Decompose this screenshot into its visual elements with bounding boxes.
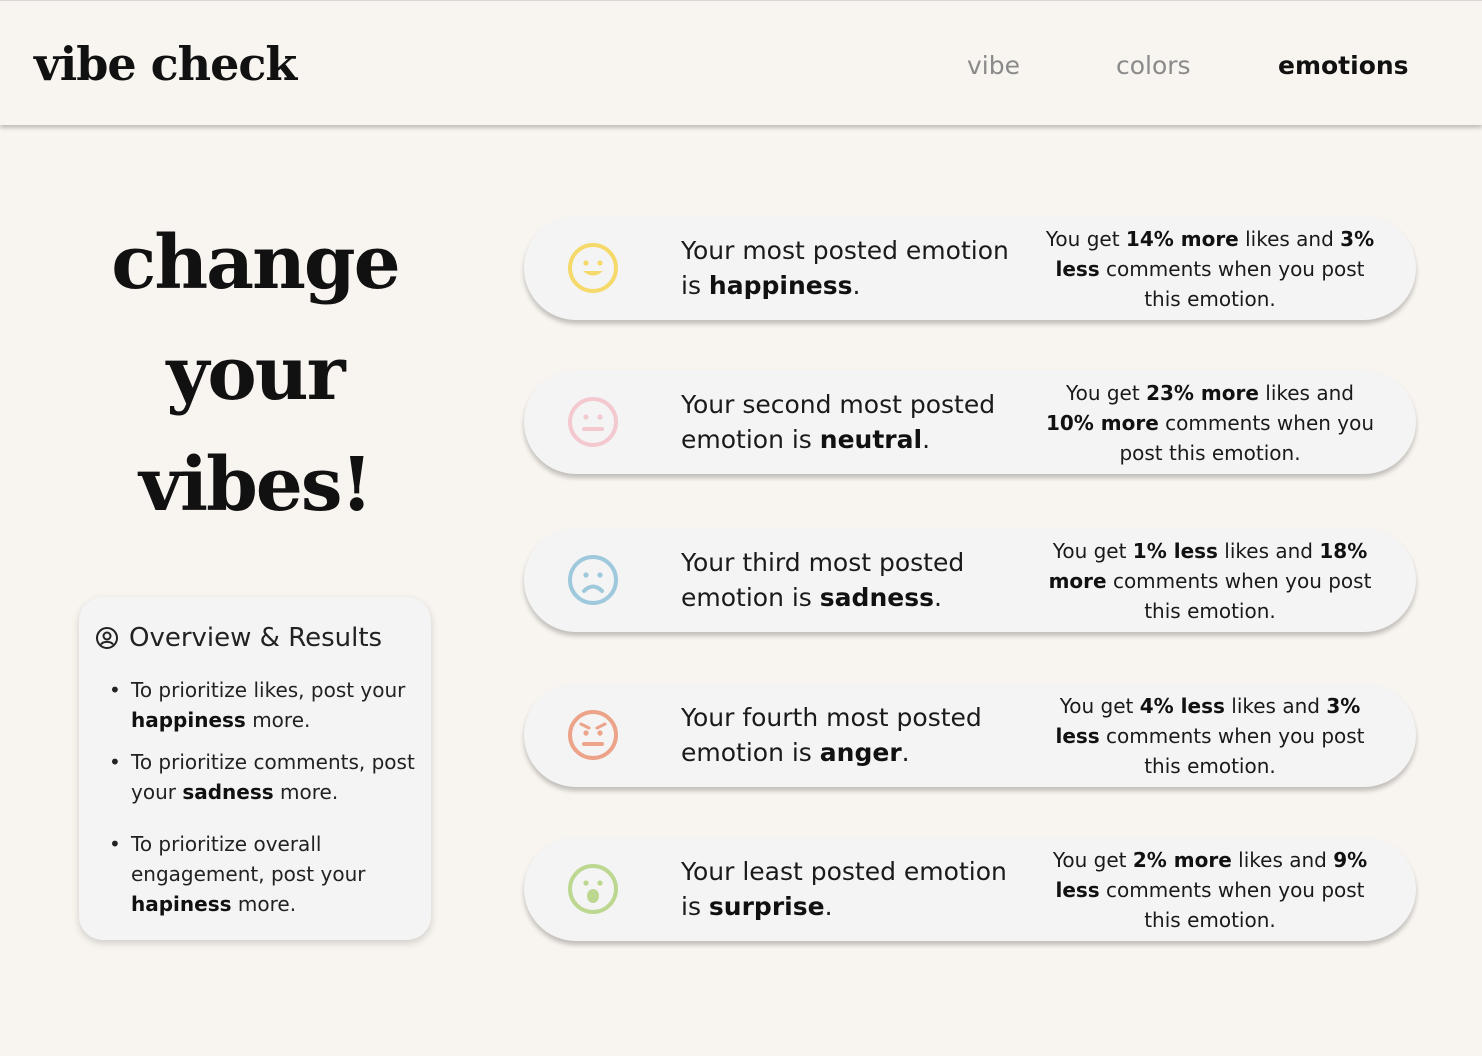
emotion-card-happiness: Your most posted emotion is happiness. Y… [524,216,1416,320]
likes-change: 4% less [1139,694,1225,718]
overview-item-text-end: more. [273,780,339,804]
emotion-card-neutral: Your second most posted emotion is neutr… [524,370,1416,474]
overview-item-text-end: more. [231,892,297,916]
stats-text: likes and [1238,227,1341,251]
stats-text: You get [1066,381,1147,405]
emotion-name: neutral [819,425,923,454]
overview-item-text-end: more. [245,708,311,732]
top-nav-bar: vibe check vibe colors emotions [0,0,1482,125]
happy-face-icon [568,243,618,293]
emotion-card-sadness: Your third most posted emotion is sadnes… [524,528,1416,632]
stats-text: comments when you post this emotion. [1106,569,1372,623]
emotion-stats: You get 4% less likes and 3% less commen… [1044,691,1376,781]
emotion-name: sadness [819,583,934,612]
stats-text: You get [1059,694,1140,718]
emotion-rank-end: . [933,583,942,612]
overview-item-emotion: hapiness [131,892,232,916]
emotion-name: happiness [708,271,853,300]
overview-results-panel: Overview & Results • To prioritize likes… [79,597,431,940]
emotion-card-anger: Your fourth most posted emotion is anger… [524,683,1416,787]
emotion-rank-end: . [922,425,931,454]
emotion-rank-end: . [824,892,833,921]
hero-heading: change your vibes! [80,208,430,541]
comments-change: 10% more [1045,411,1159,435]
overview-item: • To prioritize likes, post your happine… [109,675,419,735]
overview-header: Overview & Results [95,623,382,653]
neutral-face-icon [568,397,618,447]
emotion-stats: You get 14% more likes and 3% less comme… [1044,224,1376,314]
overview-item-emotion: sadness [182,780,274,804]
likes-change: 2% more [1132,848,1232,872]
emotion-name: surprise [708,892,825,921]
overview-item-emotion: happiness [131,708,246,732]
overview-item-text: To prioritize overall engagement, post y… [131,832,366,886]
emotion-name: anger [819,738,902,767]
emotion-card-surprise: Your least posted emotion is surprise. Y… [524,837,1416,941]
sad-face-icon [568,555,618,605]
app-logo[interactable]: vibe check [34,37,297,91]
emotion-rank-text: Your third most posted emotion is sadnes… [681,545,1021,615]
bullet-dot: • [109,750,121,774]
stats-text: You get [1052,539,1133,563]
user-circle-icon [96,627,118,649]
stats-text: comments when you post this emotion. [1099,878,1365,932]
stats-text: likes and [1231,848,1334,872]
likes-change: 23% more [1146,381,1259,405]
nav-vibe[interactable]: vibe [967,51,1020,80]
overview-item: • To prioritize comments, post your sadn… [109,747,419,807]
bullet-dot: • [109,678,121,702]
angry-face-icon [568,710,618,760]
stats-text: comments when you post this emotion. [1099,257,1365,311]
stats-text: You get [1045,227,1126,251]
stats-text: likes and [1224,694,1327,718]
hero-line: change [111,220,400,306]
emotion-rank-end: . [852,271,861,300]
overview-title: Overview & Results [129,623,383,653]
stats-text: You get [1052,848,1133,872]
emotion-rank-text: Your second most posted emotion is neutr… [681,387,1021,457]
emotion-stats: You get 23% more likes and 10% more comm… [1044,378,1376,468]
stats-text: likes and [1258,381,1354,405]
emotion-stats: You get 1% less likes and 18% more comme… [1044,536,1376,626]
stats-text: comments when you post this emotion. [1099,724,1365,778]
overview-item-text: To prioritize likes, post your [131,678,406,702]
overview-item: • To prioritize overall engagement, post… [109,829,419,919]
hero-line: your [166,331,345,417]
emotion-rank-text: Your least posted emotion is surprise. [681,854,1021,924]
likes-change: 1% less [1132,539,1218,563]
emotion-rank-text: Your most posted emotion is happiness. [681,233,1021,303]
stats-text: likes and [1217,539,1320,563]
likes-change: 14% more [1125,227,1239,251]
bullet-dot: • [109,832,121,856]
emotion-rank-end: . [901,738,910,767]
emotion-rank-text: Your fourth most posted emotion is anger… [681,700,1021,770]
nav-emotions[interactable]: emotions [1278,51,1409,80]
nav-colors[interactable]: colors [1116,51,1191,80]
hero-line: vibes! [138,442,373,528]
surprised-face-icon [568,864,618,914]
emotion-stats: You get 2% more likes and 9% less commen… [1044,845,1376,935]
